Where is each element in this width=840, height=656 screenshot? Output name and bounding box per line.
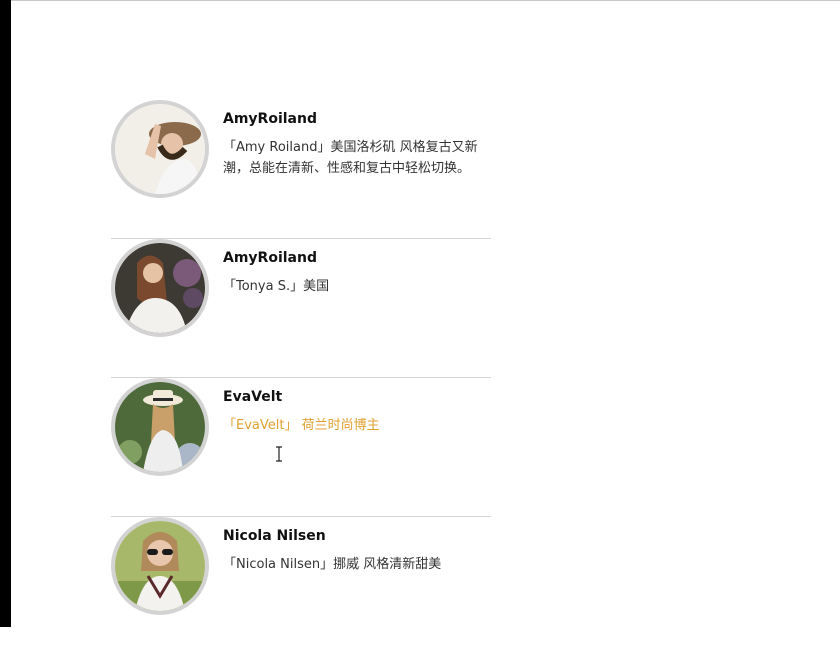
text-cursor-icon [276, 446, 282, 462]
profile-name: AmyRoiland [223, 111, 317, 127]
avatar[interactable] [111, 100, 209, 198]
profile-name: AmyRoiland [223, 250, 317, 266]
avatar[interactable] [111, 378, 209, 476]
profile-description: 「Amy Roiland」美国洛杉矶 风格复古又新潮，总能在清新、性感和复古中轻… [223, 140, 478, 176]
list-item[interactable]: Nicola Nilsen 「Nicola Nilsen」挪威 风格清新甜美 [111, 517, 491, 656]
top-divider [11, 0, 840, 1]
avatar-photo [115, 382, 205, 472]
avatar[interactable] [111, 517, 209, 615]
list-item[interactable]: AmyRoiland 「Tonya S.」美国 [111, 239, 491, 378]
profile-description: 「Nicola Nilsen」挪威 风格清新甜美 [223, 557, 442, 572]
avatar-photo [115, 104, 205, 194]
avatar[interactable] [111, 239, 209, 337]
profile-name: Nicola Nilsen [223, 528, 326, 544]
list-item[interactable]: AmyRoiland 「Amy Roiland」美国洛杉矶 风格复古又新潮，总能… [111, 100, 491, 239]
profile-description: 「Tonya S.」美国 [223, 279, 330, 294]
list-item[interactable]: EvaVelt 「EvaVelt」 荷兰时尚博主 [111, 378, 491, 517]
blogger-list: AmyRoiland 「Amy Roiland」美国洛杉矶 风格复古又新潮，总能… [111, 100, 491, 656]
profile-name: EvaVelt [223, 389, 283, 405]
avatar-photo [115, 243, 205, 333]
avatar-photo [115, 521, 205, 611]
profile-description: 「EvaVelt」 荷兰时尚博主 [223, 418, 380, 433]
window-edge [0, 0, 11, 627]
